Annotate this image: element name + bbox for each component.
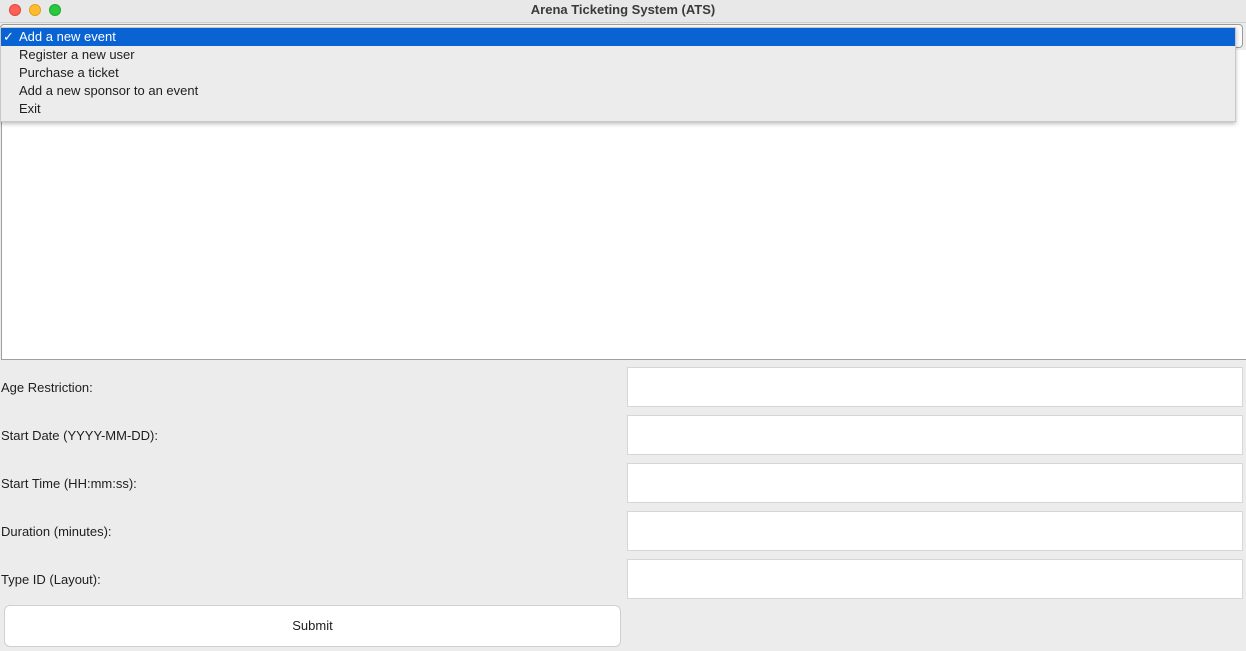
- duration-input[interactable]: [627, 511, 1243, 551]
- dropdown-item-label: Add a new sponsor to an event: [19, 83, 199, 98]
- dropdown-item-exit[interactable]: Exit: [1, 100, 1235, 118]
- window-title: Arena Ticketing System (ATS): [530, 2, 716, 17]
- start-date-input[interactable]: [627, 415, 1243, 455]
- dropdown-item-label: Add a new event: [19, 29, 116, 44]
- dropdown-list: ✓ Add a new event Register a new user Pu…: [1, 28, 1235, 118]
- dropdown-item-purchase-ticket[interactable]: Purchase a ticket: [1, 64, 1235, 82]
- age-restriction-input[interactable]: [627, 367, 1243, 407]
- title-bar: Arena Ticketing System (ATS): [0, 0, 1246, 23]
- submit-button[interactable]: Submit: [4, 605, 621, 647]
- start-time-input[interactable]: [627, 463, 1243, 503]
- checkmark-icon: ✓: [3, 29, 14, 44]
- app-window: Arena Ticketing System (ATS) ✓ Add a new…: [0, 0, 1246, 651]
- dropdown-item-label: Purchase a ticket: [19, 65, 119, 80]
- dropdown-item-label: Exit: [19, 101, 41, 116]
- dropdown-item-label: Register a new user: [19, 47, 135, 62]
- action-dropdown-popup: ✓ Add a new event Register a new user Pu…: [0, 27, 1236, 122]
- age-restriction-label: Age Restriction:: [1, 380, 93, 395]
- type-id-input[interactable]: [627, 559, 1243, 599]
- type-id-label: Type ID (Layout):: [1, 572, 101, 587]
- dropdown-item-add-sponsor[interactable]: Add a new sponsor to an event: [1, 82, 1235, 100]
- dropdown-item-register-user[interactable]: Register a new user: [1, 46, 1235, 64]
- dropdown-item-add-event[interactable]: ✓ Add a new event: [1, 28, 1235, 46]
- start-time-label: Start Time (HH:mm:ss):: [1, 476, 137, 491]
- start-date-label: Start Date (YYYY-MM-DD):: [1, 428, 158, 443]
- duration-label: Duration (minutes):: [1, 524, 112, 539]
